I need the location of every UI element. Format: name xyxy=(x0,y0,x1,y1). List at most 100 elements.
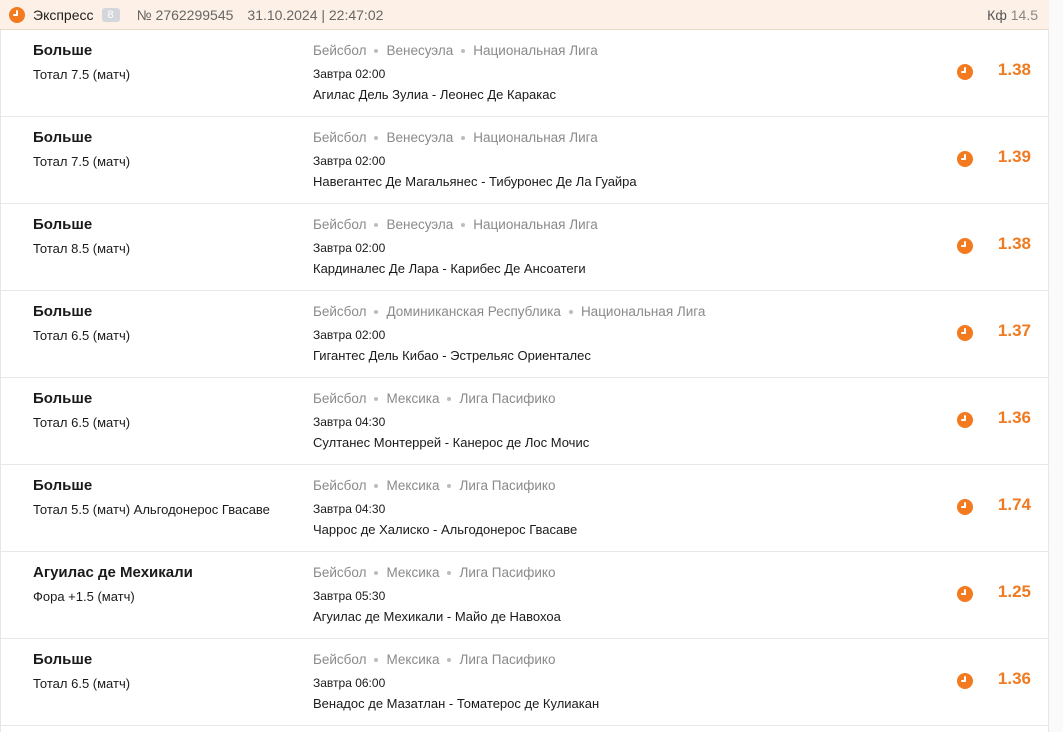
breadcrumb-item: Бейсбол xyxy=(313,304,367,319)
breadcrumb-separator xyxy=(374,309,379,314)
bet-odd: 1.25 xyxy=(997,582,1031,601)
clock-icon xyxy=(957,499,973,515)
breadcrumb-item: Венесуэла xyxy=(386,43,454,58)
bet-odd: 1.74 xyxy=(997,495,1031,514)
clock-icon xyxy=(957,151,973,167)
coef-value: 14.5 xyxy=(1010,7,1038,23)
bet-market: Тотал 6.5 (матч) xyxy=(33,328,131,343)
breadcrumb-item: Бейсбол xyxy=(313,565,367,580)
clock-icon xyxy=(957,673,973,689)
breadcrumb-item: Национальная Лига xyxy=(473,43,598,58)
bet-outcome: Агуилас де Мехикали xyxy=(33,564,193,581)
bet-outcome: Больше xyxy=(33,651,93,668)
events-count-badge: 8 xyxy=(101,7,120,22)
breadcrumb-item: Национальная Лига xyxy=(473,130,598,145)
bet-row[interactable]: Больше Тотал 6.5 (матч) Бейсбол Доминикан… xyxy=(1,291,1050,378)
event-time: Завтра 04:30 xyxy=(313,415,386,429)
bet-odd: 1.38 xyxy=(997,60,1031,79)
total-coefficient: Кф 14.5 xyxy=(987,7,1038,23)
breadcrumb-item: Бейсбол xyxy=(313,391,367,406)
bet-row[interactable]: Больше Тотал 5.5 (матч) Альгодонерос Гва… xyxy=(1,465,1050,552)
event-teams[interactable]: Венадос де Мазатлан - Томатерос де Кулиа… xyxy=(313,696,599,711)
event-teams[interactable]: Кардиналес Де Лара - Карибес Де Ансоатег… xyxy=(313,261,586,276)
breadcrumb-item: Национальная Лига xyxy=(473,217,598,232)
event-breadcrumb: Бейсбол Венесуэла Национальная Лига xyxy=(313,217,598,232)
breadcrumb-item: Национальная Лига xyxy=(580,304,706,319)
bet-odd: 1.39 xyxy=(997,147,1031,166)
bet-market: Тотал 7.5 (матч) xyxy=(33,67,131,82)
breadcrumb-item: Мексика xyxy=(386,478,440,493)
bet-market: Тотал 7.5 (матч) xyxy=(33,154,131,169)
event-time: Завтра 05:30 xyxy=(313,589,386,603)
breadcrumb-separator xyxy=(461,135,466,140)
breadcrumb-item: Бейсбол xyxy=(313,217,367,232)
breadcrumb-separator xyxy=(461,222,466,227)
bet-row[interactable]: Больше Тотал 7.5 (матч) Бейсбол Венесуэла… xyxy=(1,117,1050,204)
event-time: Завтра 02:00 xyxy=(313,154,386,168)
event-time: Завтра 06:00 xyxy=(313,676,386,690)
bet-row[interactable]: Агуилас де Мехикали Фора +1.5 (матч) Бей… xyxy=(1,552,1050,639)
breadcrumb-item: Мексика xyxy=(386,652,440,667)
bet-odd: 1.36 xyxy=(997,408,1031,427)
breadcrumb-item: Мексика xyxy=(386,565,440,580)
event-breadcrumb: Бейсбол Мексика Лига Пасифико xyxy=(313,652,555,667)
bet-market: Тотал 8.5 (матч) xyxy=(33,241,131,256)
scrollbar[interactable] xyxy=(1049,0,1063,732)
bet-outcome: Больше xyxy=(33,129,93,146)
event-teams[interactable]: Чаррос де Халиско - Альгодонерос Гвасаве xyxy=(313,522,577,537)
bet-odd: 1.36 xyxy=(997,669,1031,688)
breadcrumb-item: Лига Пасифико xyxy=(459,391,556,406)
bet-number: № 2762299545 xyxy=(136,6,234,23)
event-teams[interactable]: Гигантес Дель Кибао - Эстрельяс Ориентал… xyxy=(313,348,591,363)
breadcrumb-separator xyxy=(568,309,573,314)
bet-header[interactable]: Экспресс 8 № 2762299545 31.10.2024 | 22:… xyxy=(0,0,1049,30)
breadcrumb-separator xyxy=(447,396,452,401)
bet-row[interactable]: Больше Тотал 7.5 (матч) Бейсбол Венесуэла… xyxy=(1,30,1050,117)
bet-type-label: Экспресс xyxy=(33,6,94,23)
clock-icon xyxy=(957,586,973,602)
bet-market: Фора +1.5 (матч) xyxy=(33,589,135,604)
bet-odd: 1.38 xyxy=(997,234,1031,253)
bet-outcome: Больше xyxy=(33,42,93,59)
breadcrumb-item: Венесуэла xyxy=(386,130,454,145)
breadcrumb-item: Бейсбол xyxy=(313,130,367,145)
coef-label: Кф xyxy=(987,7,1007,23)
bet-datetime: 31.10.2024 | 22:47:02 xyxy=(247,6,384,23)
event-teams[interactable]: Султанес Монтеррей - Канерос де Лос Мочи… xyxy=(313,435,589,450)
event-breadcrumb: Бейсбол Мексика Лига Пасифико xyxy=(313,565,555,580)
breadcrumb-separator xyxy=(374,396,379,401)
breadcrumb-separator xyxy=(374,135,379,140)
clock-icon xyxy=(9,6,25,23)
event-time: Завтра 04:30 xyxy=(313,502,386,516)
bet-row[interactable]: Больше Тотал 6.5 (матч) Бейсбол Мексика Ли… xyxy=(1,639,1050,726)
event-time: Завтра 02:00 xyxy=(313,241,386,255)
bet-odd: 1.37 xyxy=(997,321,1031,340)
event-teams[interactable]: Агилас Дель Зулиа - Леонес Де Каракас xyxy=(313,87,556,102)
breadcrumb-separator xyxy=(374,222,379,227)
breadcrumb-separator xyxy=(447,657,452,662)
event-teams[interactable]: Навегантес Де Магальянес - Тибуронес Де … xyxy=(313,174,637,189)
clock-icon xyxy=(957,64,973,80)
bet-row[interactable]: Больше Тотал 6.5 (матч) Бейсбол Мексика Ли… xyxy=(1,378,1050,465)
event-breadcrumb: Бейсбол Венесуэла Национальная Лига xyxy=(313,130,598,145)
breadcrumb-separator xyxy=(447,570,452,575)
event-breadcrumb: Бейсбол Доминиканская Республика Националь… xyxy=(313,304,705,319)
bet-row[interactable]: Больше Тотал 8.5 (матч) Бейсбол Венесуэла… xyxy=(1,204,1050,291)
breadcrumb-separator xyxy=(374,570,379,575)
breadcrumb-separator xyxy=(374,657,379,662)
event-breadcrumb: Бейсбол Венесуэла Национальная Лига xyxy=(313,43,598,58)
bet-outcome: Больше xyxy=(33,390,93,407)
breadcrumb-separator xyxy=(447,483,452,488)
event-teams[interactable]: Агуилас де Мехикали - Майо де Навохоа xyxy=(313,609,561,624)
breadcrumb-item: Лига Пасифико xyxy=(459,565,556,580)
breadcrumb-item: Бейсбол xyxy=(313,652,367,667)
breadcrumb-separator xyxy=(374,483,379,488)
breadcrumb-item: Доминиканская Республика xyxy=(386,304,561,319)
event-breadcrumb: Бейсбол Мексика Лига Пасифико xyxy=(313,391,555,406)
breadcrumb-separator xyxy=(374,48,379,53)
event-time: Завтра 02:00 xyxy=(313,328,386,342)
event-breadcrumb: Бейсбол Мексика Лига Пасифико xyxy=(313,478,555,493)
bet-outcome: Больше xyxy=(33,477,93,494)
breadcrumb-item: Лига Пасифико xyxy=(459,652,556,667)
bet-market: Тотал 5.5 (матч) Альгодонерос Гвасаве xyxy=(33,502,270,517)
